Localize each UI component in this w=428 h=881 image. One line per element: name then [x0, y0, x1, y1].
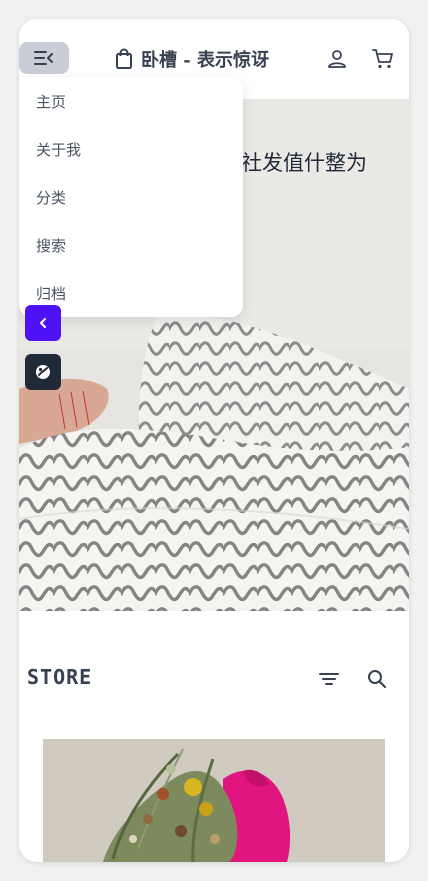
- menu-item-archive[interactable]: 归档: [36, 283, 66, 304]
- cart-icon: [372, 49, 393, 69]
- menu-item-categories[interactable]: 分类: [36, 187, 66, 208]
- collapse-sidebar-button[interactable]: [25, 305, 61, 341]
- chevron-left-icon: [40, 318, 46, 328]
- filter-icon: [319, 673, 339, 685]
- nav-dropdown-menu: 主页 关于我 分类 搜索 归档: [19, 77, 243, 317]
- menu-item-search[interactable]: 搜索: [36, 235, 66, 256]
- user-icon: [328, 50, 346, 68]
- theme-toggle-button[interactable]: [25, 354, 61, 390]
- menu-icon: [34, 51, 53, 65]
- search-icon: [368, 670, 387, 689]
- menu-item-about[interactable]: 关于我: [36, 139, 81, 160]
- product-image[interactable]: [43, 739, 385, 862]
- menu-toggle-button[interactable]: [19, 42, 69, 74]
- phone-frame: 社发值什整为 卧槽 - 表示惊讶 主页 关于我 分类 搜索 归档 STORE: [19, 19, 409, 862]
- store-search-button[interactable]: [363, 665, 391, 693]
- shopping-bag-icon: [116, 48, 132, 69]
- store-header: STORE: [19, 659, 409, 699]
- store-title: STORE: [27, 665, 93, 689]
- cart-button[interactable]: [369, 45, 397, 73]
- product-photo: [43, 739, 385, 862]
- menu-item-home[interactable]: 主页: [36, 91, 66, 112]
- site-title: 卧槽 - 表示惊讶: [141, 50, 270, 71]
- account-button[interactable]: [323, 45, 351, 73]
- brand-link[interactable]: 卧槽 - 表示惊讶: [115, 45, 269, 73]
- filter-button[interactable]: [315, 665, 343, 693]
- theme-icon: [36, 365, 50, 379]
- hero-headline: 社发值什整为: [241, 151, 367, 175]
